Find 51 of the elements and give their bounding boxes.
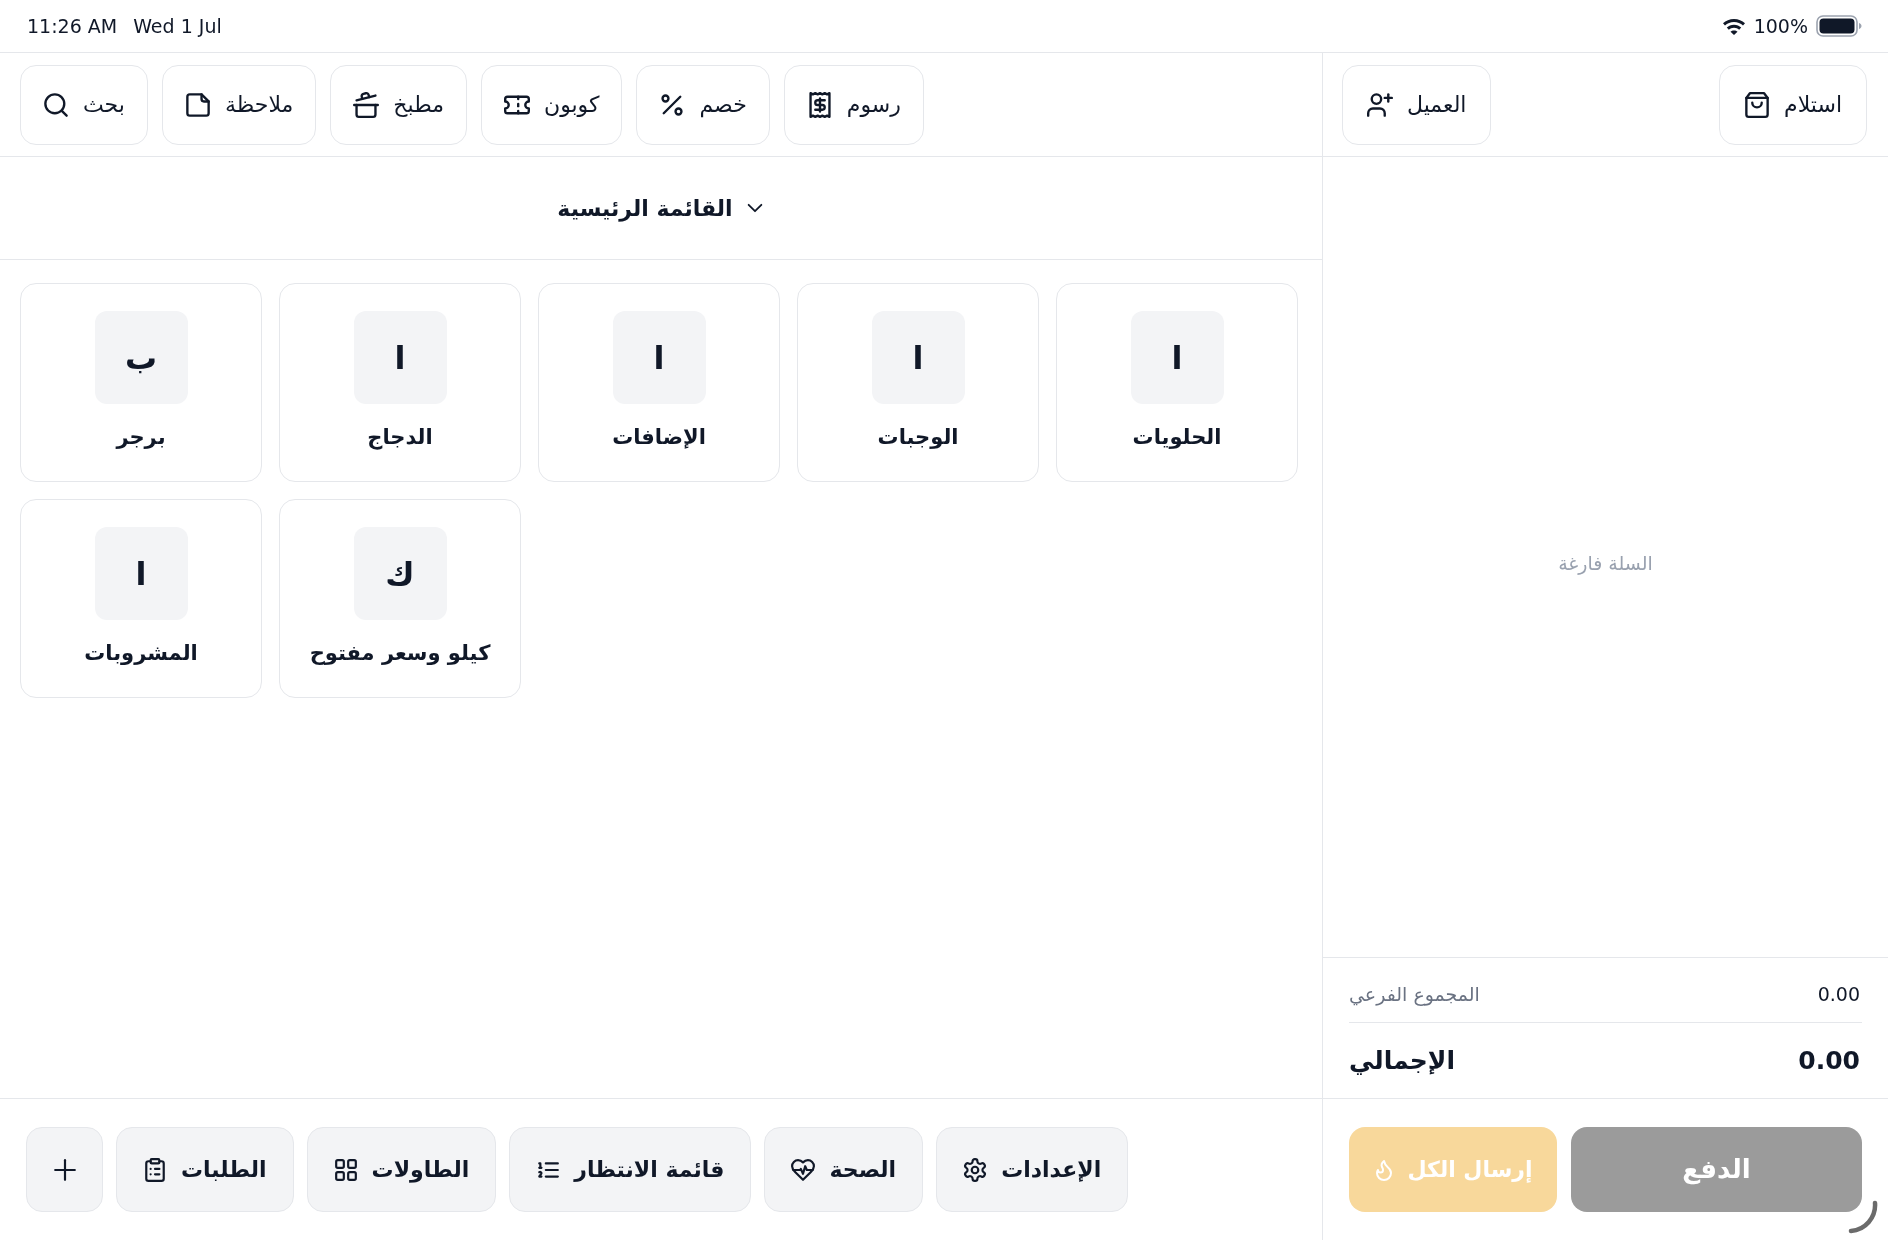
total-label: الإجمالي xyxy=(1349,1044,1456,1077)
category-tile[interactable]: ب برجر xyxy=(20,283,262,482)
category-tile[interactable]: ك كيلو وسعر مفتوح xyxy=(279,499,521,698)
waitlist-button[interactable]: قائمة الانتظار xyxy=(509,1127,752,1212)
cooking-pot-icon xyxy=(353,91,380,118)
grid-icon xyxy=(333,1157,358,1182)
settings-icon xyxy=(963,1157,988,1182)
pickup-button[interactable]: استلام xyxy=(1719,64,1867,145)
clipboard-list-icon xyxy=(143,1157,167,1182)
receipt-icon xyxy=(806,91,833,118)
health-button[interactable]: الصحة xyxy=(764,1127,924,1212)
user-plus-icon xyxy=(1367,91,1393,118)
discount-button[interactable]: خصم xyxy=(636,64,770,145)
orders-button[interactable]: الطلبات xyxy=(116,1127,294,1212)
status-date: Wed 1 Jul xyxy=(133,13,222,39)
subtotal-value: 0.00 xyxy=(1817,981,1861,1007)
category-tile[interactable]: ا المشروبات xyxy=(20,499,262,698)
category-tile[interactable]: ا الدجاج xyxy=(279,283,521,482)
heart-pulse-icon xyxy=(791,1157,816,1182)
initial-tile: ب xyxy=(94,311,188,404)
battery-percentage: 100% xyxy=(1753,13,1808,39)
plus-icon xyxy=(52,1157,77,1182)
initial-tile: ا xyxy=(94,527,188,620)
total-value: 0.00 xyxy=(1798,1044,1861,1077)
fees-button[interactable]: رسوم xyxy=(783,64,924,145)
search-icon xyxy=(43,91,69,118)
percent-icon xyxy=(659,91,686,118)
note-icon xyxy=(184,91,211,118)
battery-icon xyxy=(1816,15,1862,37)
subtotal-label: المجموع الفرعي xyxy=(1349,981,1480,1008)
note-button[interactable]: ملاحظة xyxy=(161,64,317,145)
wifi-icon xyxy=(1721,17,1746,35)
initial-tile: ك xyxy=(353,527,447,620)
category-tile[interactable]: ا الوجبات xyxy=(797,283,1039,482)
initial-tile: ا xyxy=(612,311,706,404)
category-tile[interactable]: ا الإضافات xyxy=(538,283,780,482)
coupon-button[interactable]: كوبون xyxy=(480,64,623,145)
menu-dropdown[interactable]: القائمة الرئيسية xyxy=(549,185,773,231)
search-button[interactable]: بحث xyxy=(20,64,148,145)
customer-button[interactable]: العميل xyxy=(1342,64,1492,145)
resize-handle-icon[interactable] xyxy=(1848,1200,1878,1234)
status-time: 11:26 AM xyxy=(27,13,118,39)
shopping-bag-icon xyxy=(1744,91,1771,118)
tables-button[interactable]: الطاولات xyxy=(306,1127,497,1212)
kitchen-button[interactable]: مطبخ xyxy=(330,64,467,145)
empty-cart-message: السلة فارغة xyxy=(1558,550,1653,577)
category-tile[interactable]: ا الحلويات xyxy=(1056,283,1298,482)
initial-tile: ا xyxy=(871,311,965,404)
initial-tile: ا xyxy=(353,311,447,404)
settings-button[interactable]: الإعدادات xyxy=(936,1127,1129,1212)
initial-tile: ا xyxy=(1130,311,1224,404)
